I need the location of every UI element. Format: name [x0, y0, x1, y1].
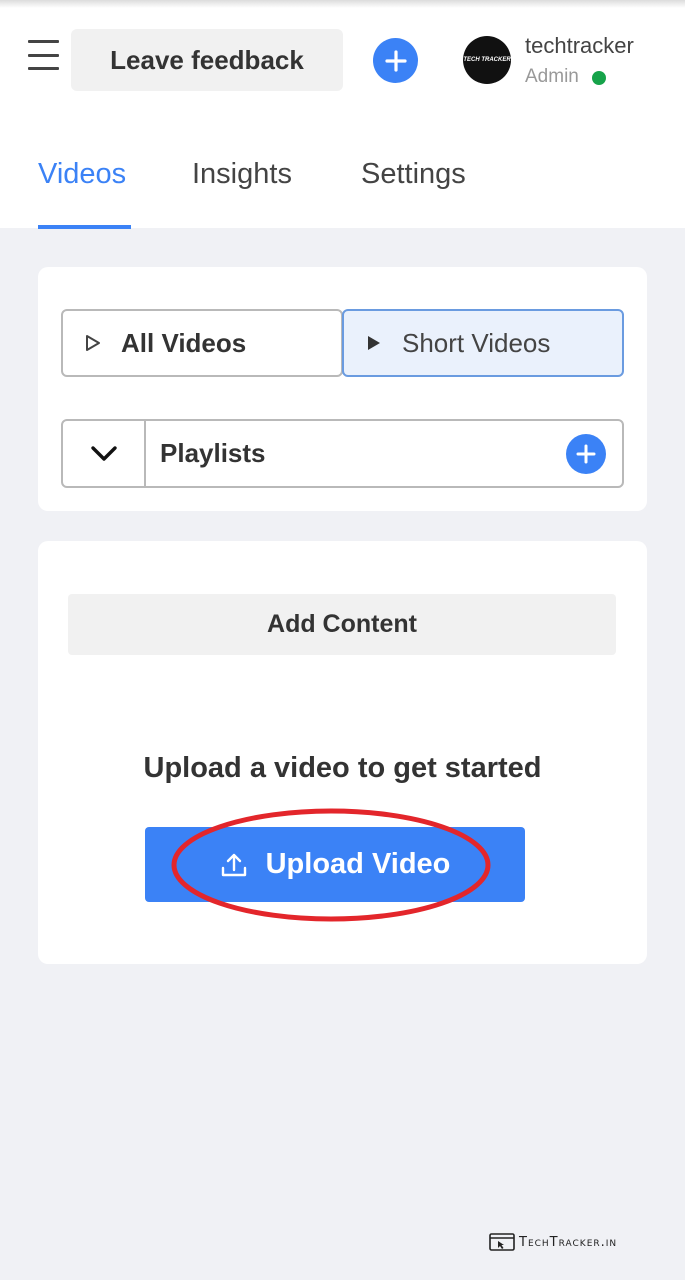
short-videos-toggle[interactable]: Short Videos — [342, 309, 624, 377]
create-plus-button[interactable] — [373, 38, 418, 83]
avatar[interactable]: TECH TRACKER — [463, 36, 511, 84]
playlists-label: Playlists — [160, 438, 266, 468]
upload-prompt-text: Upload a video to get started — [143, 752, 542, 784]
browser-window-icon — [489, 1233, 515, 1251]
watermark-text: TechTracker.in — [519, 1234, 618, 1250]
top-header: Leave feedback TECH TRACKER techtracker … — [0, 0, 685, 229]
plus-icon — [384, 49, 407, 72]
add-content-button[interactable]: Add Content — [68, 594, 616, 655]
upload-icon — [220, 852, 248, 878]
tab-settings[interactable]: Settings — [361, 158, 466, 191]
chevron-down-icon — [90, 445, 117, 461]
menu-icon[interactable] — [28, 40, 59, 70]
user-role: Admin — [525, 66, 579, 87]
tab-insights[interactable]: Insights — [192, 158, 292, 191]
username: techtracker — [525, 33, 634, 58]
all-videos-label: All Videos — [121, 327, 247, 358]
site-watermark: TechTracker.in — [489, 1233, 617, 1251]
online-status-dot — [592, 71, 606, 85]
playlists-row: Playlists — [61, 419, 624, 488]
upload-video-button[interactable]: Upload Video — [145, 827, 525, 902]
active-tab-indicator — [38, 225, 131, 229]
add-playlist-button[interactable] — [566, 434, 606, 474]
plus-icon — [576, 444, 596, 464]
all-videos-toggle[interactable]: All Videos — [61, 309, 343, 377]
play-outline-icon — [85, 334, 101, 352]
leave-feedback-button[interactable]: Leave feedback — [71, 29, 343, 91]
status-bar-shadow — [0, 0, 685, 8]
playlists-expand-toggle[interactable] — [63, 421, 146, 486]
short-videos-label: Short Videos — [402, 327, 551, 358]
tab-videos[interactable]: Videos — [38, 158, 126, 191]
upload-video-label: Upload Video — [265, 848, 451, 880]
play-filled-icon — [366, 334, 382, 352]
avatar-logo-text: TECH TRACKER — [463, 57, 511, 63]
